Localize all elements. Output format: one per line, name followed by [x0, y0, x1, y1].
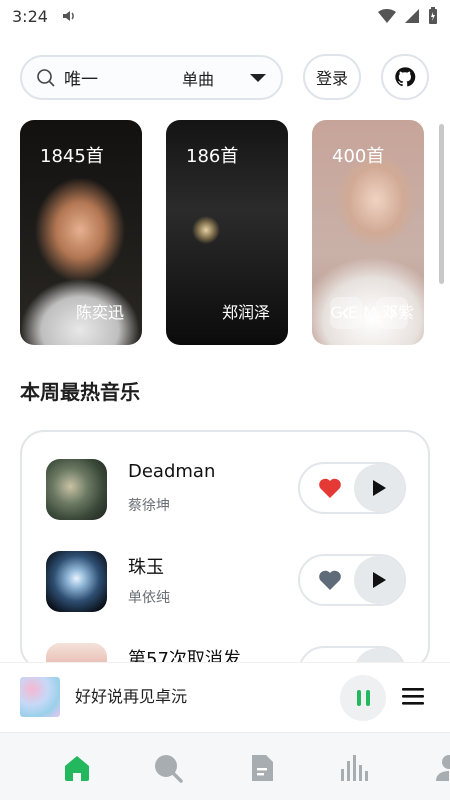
- track-title: Deadman: [128, 461, 216, 482]
- chevron-down-icon[interactable]: [249, 73, 267, 83]
- status-time: 3:24: [12, 6, 48, 26]
- pause-button[interactable]: [340, 675, 386, 721]
- artist-song-count: 1845首: [40, 146, 104, 167]
- artist-song-count: 400首: [332, 146, 385, 167]
- status-bar: 3:24: [0, 0, 450, 32]
- chevron-left-icon: [341, 307, 349, 319]
- pause-icon: [356, 690, 361, 706]
- play-button[interactable]: [354, 464, 404, 512]
- heart-icon[interactable]: [318, 477, 342, 499]
- carousel-prev-button[interactable]: [330, 297, 362, 329]
- search-bar[interactable]: 唯一 单曲: [20, 55, 283, 100]
- artist-name: 陈奕迅: [75, 303, 124, 322]
- login-button[interactable]: 登录: [303, 54, 361, 100]
- bottom-nav: [0, 732, 450, 800]
- chart-icon[interactable]: [339, 753, 369, 783]
- battery-icon: [429, 7, 437, 24]
- document-icon[interactable]: [247, 753, 277, 783]
- now-playing-cover[interactable]: [20, 677, 60, 717]
- play-button[interactable]: [354, 556, 404, 604]
- track-artist: 蔡徐坤: [128, 498, 170, 514]
- track-actions: [298, 462, 406, 514]
- artist-card[interactable]: 400首 G.E.M.邓紫: [312, 120, 424, 345]
- volume-icon: [62, 11, 74, 21]
- user-icon[interactable]: [434, 753, 450, 783]
- carousel-next-button[interactable]: [376, 297, 408, 329]
- track-row[interactable]: 珠玉 单依纯: [46, 551, 406, 621]
- search-icon[interactable]: [153, 753, 183, 783]
- track-actions: [298, 554, 406, 606]
- artist-song-count: 186首: [186, 146, 239, 167]
- home-icon[interactable]: [62, 753, 92, 783]
- wifi-icon: [378, 9, 396, 23]
- track-row[interactable]: Deadman 蔡徐坤: [46, 459, 406, 529]
- now-playing-title: 好好说再见卓沅: [75, 687, 188, 706]
- artist-name: 郑润泽: [221, 303, 270, 322]
- search-input[interactable]: 唯一: [64, 65, 174, 90]
- track-cover: [46, 551, 107, 612]
- section-title: 本周最热音乐: [20, 380, 140, 404]
- login-label: 登录: [315, 69, 348, 88]
- chevron-right-icon: [389, 307, 397, 319]
- track-cover: [46, 459, 107, 520]
- pause-icon: [365, 690, 370, 706]
- playlist-menu-icon[interactable]: [402, 687, 424, 705]
- scrollbar[interactable]: [439, 124, 444, 284]
- track-list: Deadman 蔡徐坤 珠玉 单依纯 第57次取消发: [20, 430, 430, 670]
- track-artist: 单依纯: [128, 590, 170, 606]
- mini-player[interactable]: 好好说再见卓沅: [0, 662, 450, 732]
- artist-card[interactable]: 1845首 陈奕迅: [20, 120, 142, 345]
- play-icon: [373, 572, 386, 588]
- signal-icon: [405, 9, 419, 23]
- track-title: 珠玉: [128, 557, 164, 578]
- play-icon: [373, 480, 386, 496]
- artist-card[interactable]: 186首 郑润泽: [166, 120, 288, 345]
- github-icon: [395, 67, 416, 87]
- search-icon: [37, 68, 55, 87]
- heart-icon[interactable]: [318, 569, 342, 591]
- github-button[interactable]: [381, 54, 429, 100]
- search-type-select[interactable]: 单曲: [182, 66, 214, 90]
